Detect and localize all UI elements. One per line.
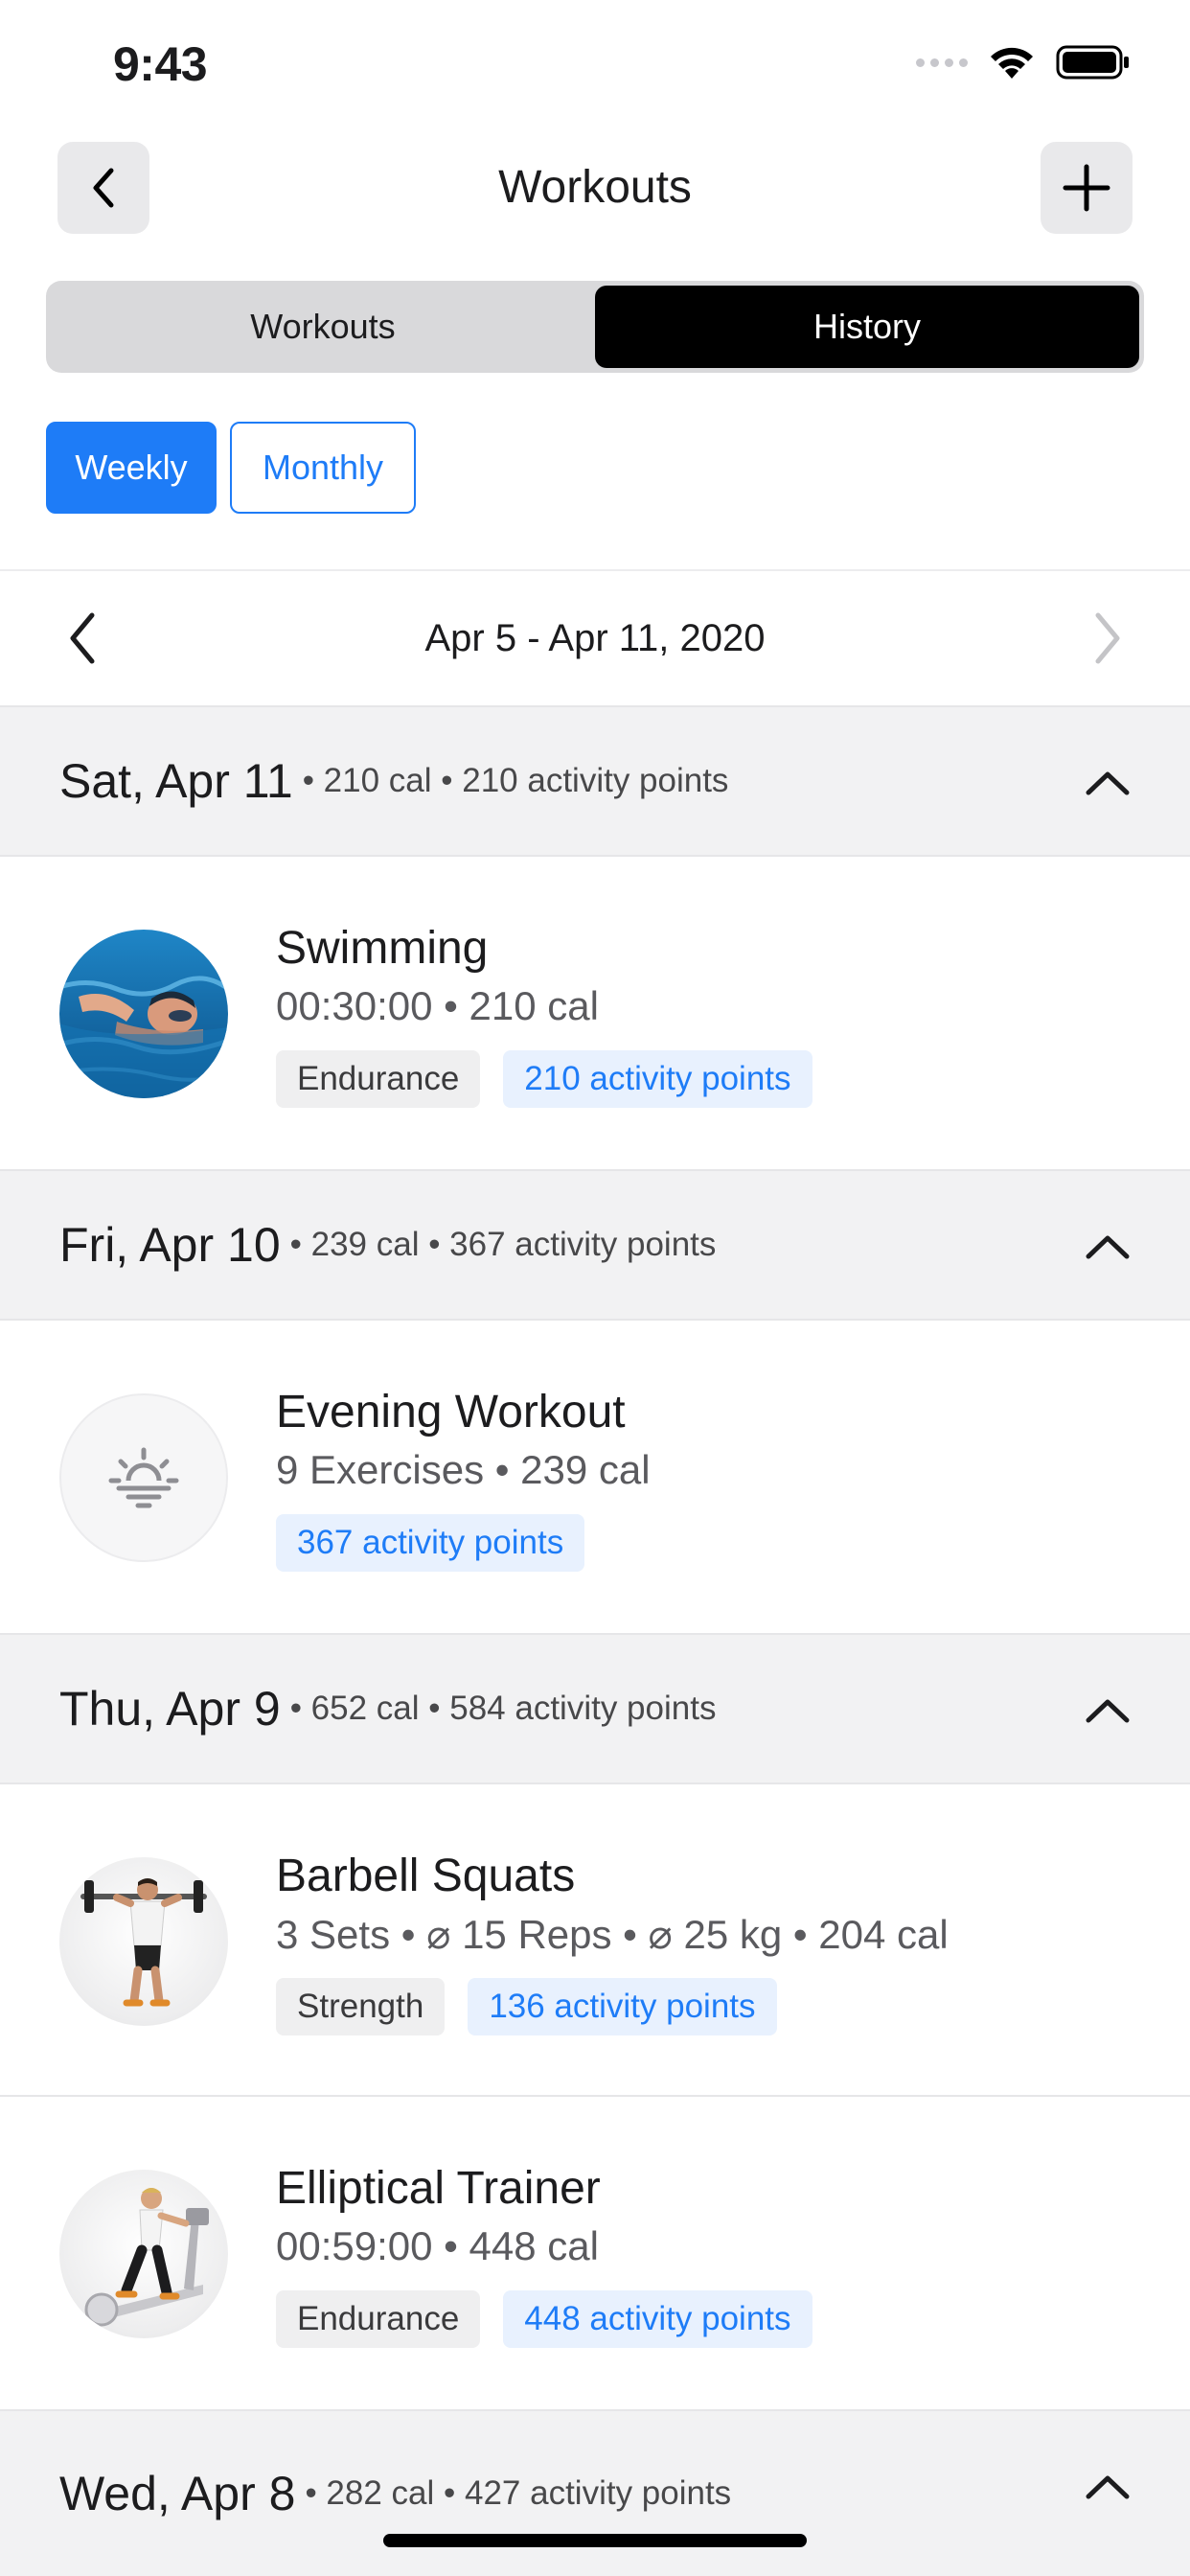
workout-row-evening-workout[interactable]: Evening Workout 9 Exercises • 239 cal 36… [0,1321,1190,1633]
workout-detail: 00:59:00 • 448 cal [276,2223,599,2268]
workout-title: Barbell Squats [276,1851,576,1901]
workout-title: Evening Workout [276,1387,626,1438]
page-title: Workouts [498,162,692,213]
next-week-button[interactable] [1073,604,1142,673]
workout-title: Swimming [276,923,489,974]
workout-row-swimming[interactable]: Swimming 00:30:00 • 210 cal Endurance 21… [0,857,1190,1169]
nav-bar: Workouts [0,142,1190,238]
cellular-signal-icon [916,58,968,67]
workout-tags: Endurance 448 activity points [276,2290,812,2348]
view-segmented-control: Workouts History [46,281,1144,373]
activity-points-badge: 136 activity points [468,1978,777,2036]
workout-tags: Endurance 210 activity points [276,1050,812,1108]
day-title: Wed, Apr 8 [59,2467,296,2520]
barbell-squat-figure [59,1857,228,2026]
elliptical-figure [59,2170,228,2338]
day-header[interactable]: Sat, Apr 11 • 210 cal • 210 activity poi… [0,705,1190,857]
status-time: 9:43 [113,37,208,91]
category-badge: Endurance [276,1050,481,1108]
tab-workouts[interactable]: Workouts [51,286,595,368]
category-badge: Endurance [276,2290,481,2348]
chevron-up-icon [1086,1699,1130,1723]
day-title: Thu, Apr 9 [59,1682,281,1736]
workout-detail: 00:30:00 • 210 cal [276,983,599,1028]
collapse-button[interactable] [1073,748,1142,817]
monthly-button[interactable]: Monthly [230,422,416,514]
chevron-right-icon [1095,612,1120,664]
collapse-button[interactable] [1073,2452,1142,2521]
day-header[interactable]: Fri, Apr 10 • 239 cal • 367 activity poi… [0,1169,1190,1321]
workout-tags: Strength 136 activity points [276,1978,777,2036]
workout-row-barbell-squats[interactable]: Barbell Squats 3 Sets • ⌀ 15 Reps • ⌀ 25… [0,1784,1190,2097]
period-selector: Weekly Monthly [46,422,416,514]
sunset-icon [59,1393,228,1562]
workout-row-elliptical-trainer[interactable]: Elliptical Trainer 00:59:00 • 448 cal En… [0,2097,1190,2409]
collapse-button[interactable] [1073,1212,1142,1281]
category-badge: Strength [276,1978,446,2036]
tab-history[interactable]: History [595,286,1139,368]
status-bar: 9:43 [0,0,1190,125]
day-summary: • 239 cal • 367 activity points [289,1226,717,1263]
add-workout-button[interactable] [1041,142,1133,234]
collapse-button[interactable] [1073,1676,1142,1745]
day-summary: • 652 cal • 584 activity points [289,1690,717,1727]
day-summary: • 282 cal • 427 activity points [305,2474,732,2512]
day-header[interactable]: Thu, Apr 9 • 652 cal • 584 activity poin… [0,1633,1190,1784]
chevron-up-icon [1086,771,1130,795]
wifi-icon [991,47,1033,79]
swimming-photo [59,930,228,1098]
day-summary: • 210 cal • 210 activity points [302,762,729,799]
activity-points-badge: 210 activity points [503,1050,812,1108]
previous-week-button[interactable] [48,604,117,673]
workout-title: Elliptical Trainer [276,2163,601,2214]
day-header[interactable]: Wed, Apr 8 • 282 cal • 427 activity poin… [0,2409,1190,2576]
battery-icon [1056,45,1129,80]
home-indicator[interactable] [383,2534,807,2547]
chevron-up-icon [1086,1235,1130,1259]
chevron-left-icon [70,612,95,664]
activity-points-badge: 448 activity points [503,2290,812,2348]
status-icons [916,44,1131,80]
workout-detail: 9 Exercises • 239 cal [276,1447,651,1492]
day-title: Fri, Apr 10 [59,1218,281,1272]
activity-points-badge: 367 activity points [276,1514,585,1572]
workout-detail: 3 Sets • ⌀ 15 Reps • ⌀ 25 kg • 204 cal [276,1912,949,1957]
workout-tags: 367 activity points [276,1514,585,1572]
day-title: Sat, Apr 11 [59,754,293,808]
weekly-button[interactable]: Weekly [46,422,217,514]
date-range-navigator: Apr 5 - Apr 11, 2020 [0,571,1190,705]
chevron-up-icon [1086,2475,1130,2499]
date-range-label: Apr 5 - Apr 11, 2020 [424,616,766,659]
plus-icon [1063,164,1110,212]
